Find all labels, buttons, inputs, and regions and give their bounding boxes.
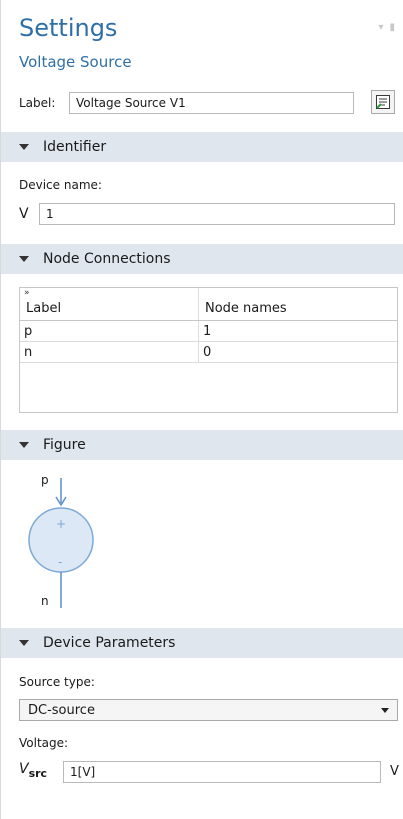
top-node-label: p xyxy=(41,473,49,487)
section-title: Node Connections xyxy=(43,251,171,267)
section-figure[interactable]: Figure xyxy=(1,430,403,460)
cell-label: p xyxy=(20,321,199,341)
bottom-node-label: n xyxy=(41,594,49,608)
page-title: Settings xyxy=(19,14,118,42)
device-prefix: V xyxy=(19,206,29,222)
section-title: Figure xyxy=(43,437,86,453)
section-node-connections[interactable]: Node Connections xyxy=(1,244,403,274)
vsrc-symbol: Vsrc xyxy=(19,761,48,780)
cell-label: n xyxy=(20,342,199,362)
voltage-unit: V xyxy=(390,764,399,779)
cell-node-name[interactable]: 0 xyxy=(199,342,397,362)
pin-icon[interactable]: ▮ xyxy=(389,22,395,33)
collapse-icon xyxy=(19,256,29,262)
device-name-input[interactable] xyxy=(39,203,395,225)
source-type-value: DC-source xyxy=(28,702,95,718)
section-device-parameters[interactable]: Device Parameters xyxy=(1,628,403,658)
minus-sign: - xyxy=(58,555,62,569)
device-name-caption: Device name: xyxy=(19,178,102,192)
node-type-subtitle: Voltage Source xyxy=(19,53,132,71)
plus-sign: + xyxy=(56,517,66,531)
voltage-source-symbol: p + - n xyxy=(28,473,94,608)
dropdown-icon[interactable]: ▾ xyxy=(378,22,383,33)
node-connections-table: » Label Node names p 1 n 0 xyxy=(19,287,398,413)
table-row[interactable]: n 0 xyxy=(20,342,397,363)
window-controls: ▾ ▮ xyxy=(378,22,395,33)
source-type-select[interactable]: DC-source xyxy=(19,699,398,721)
table-header: » Label Node names xyxy=(20,288,397,321)
edit-label-icon xyxy=(376,95,390,109)
source-type-caption: Source type: xyxy=(19,675,95,689)
column-header-label[interactable]: » Label xyxy=(20,288,199,320)
cell-node-name[interactable]: 1 xyxy=(199,321,397,341)
label-input[interactable] xyxy=(69,92,354,114)
section-identifier[interactable]: Identifier xyxy=(1,132,403,162)
voltage-input[interactable] xyxy=(63,761,381,783)
device-name-row: V xyxy=(19,203,395,225)
collapse-icon xyxy=(19,640,29,646)
settings-panel: Settings ▾ ▮ Voltage Source Label: Ident… xyxy=(0,0,403,819)
column-header-node-names[interactable]: Node names xyxy=(199,288,397,320)
table-row[interactable]: p 1 xyxy=(20,321,397,342)
section-title: Identifier xyxy=(43,139,107,155)
voltage-caption: Voltage: xyxy=(19,736,69,750)
chevron-down-icon xyxy=(381,707,389,713)
label-row: Label: xyxy=(19,92,354,114)
collapse-icon xyxy=(19,144,29,150)
collapse-icon xyxy=(19,442,29,448)
sort-icon: » xyxy=(24,288,30,298)
reset-label-button[interactable] xyxy=(371,90,395,114)
label-caption: Label: xyxy=(19,96,56,110)
section-title: Device Parameters xyxy=(43,635,176,651)
